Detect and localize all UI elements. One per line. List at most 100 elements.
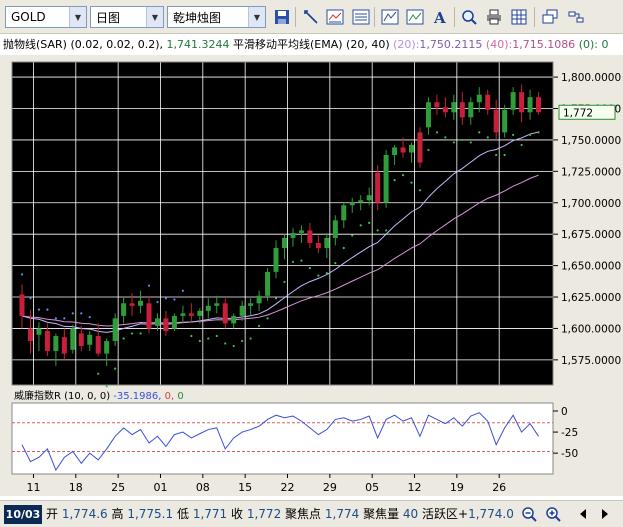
sar-dot [444, 136, 447, 139]
sar-dot [486, 136, 489, 139]
text-icon[interactable]: A [430, 7, 450, 27]
symbol-select[interactable]: GOLD ▼ [5, 6, 87, 28]
indicator-summary-line: 抛物线(SAR) (0.02, 0.02, 0.2), 1,741.3244 平… [3, 38, 609, 51]
save-icon[interactable] [272, 7, 292, 27]
price-tick-label: 1,650.0000 [561, 261, 621, 273]
sar-dot [274, 297, 278, 300]
sar-dot [173, 298, 176, 301]
sar-dot [207, 337, 210, 340]
candle-body [129, 303, 135, 306]
sar-dot [283, 280, 286, 284]
zoom-icon[interactable] [459, 7, 479, 27]
sar-dot [105, 385, 108, 388]
status-bar: 10/03 开 1,774.6 高 1,775.1 低 1,771 收 1,77… [0, 500, 623, 527]
candle-body [468, 102, 474, 118]
ema-params: (20, 40) [346, 38, 390, 51]
sar-dot [368, 221, 371, 224]
scroll-right-icon[interactable] [595, 504, 615, 524]
sar-dot [317, 274, 320, 277]
candle-body [146, 303, 152, 329]
low-value: 1,771 [192, 507, 228, 521]
period-value: 日图 [96, 10, 121, 25]
chart-style-select[interactable]: 乾坤烛图 ▼ [167, 6, 266, 28]
chart-panel[interactable]: 1,800.00001,775.00001,750.00001,725.0000… [0, 55, 623, 496]
candle-body [434, 102, 440, 108]
chart-type-icon[interactable] [325, 7, 345, 27]
data-window-icon[interactable] [351, 7, 371, 27]
sar-dot [241, 339, 244, 343]
scroll-left-icon[interactable] [573, 504, 593, 524]
sar-dot [181, 289, 184, 292]
williams-tick-label: -50 [561, 448, 578, 460]
chevron-down-icon[interactable]: ▼ [146, 7, 163, 27]
high-value: 1,775.1 [127, 507, 174, 521]
sar-dot [54, 317, 57, 320]
candle-body [36, 328, 42, 335]
ema20-label: (20): [393, 38, 420, 51]
sar-dot [88, 316, 91, 319]
link-icon[interactable] [566, 7, 586, 27]
sar-dot [308, 267, 312, 270]
ema40-label: (40): [485, 38, 513, 51]
sar-dot [291, 260, 295, 263]
sar-dot [461, 138, 464, 142]
candle-body [375, 172, 381, 203]
candle-body [231, 315, 237, 324]
sar-dot [80, 312, 83, 315]
svg-text:A: A [433, 9, 446, 25]
x-tick-label: 15 [238, 481, 252, 494]
candle-body [121, 303, 127, 316]
x-tick-label: 19 [450, 481, 464, 494]
sar-dot [342, 246, 345, 250]
sar-dot [46, 308, 49, 311]
candle-body [222, 303, 228, 324]
indicator-icon[interactable] [380, 7, 400, 27]
price-chart[interactable]: 1,800.00001,775.00001,750.00001,725.0000… [0, 55, 623, 496]
candle-body [502, 109, 508, 133]
line-tool-icon[interactable] [301, 7, 321, 27]
candle-body [290, 232, 296, 238]
focus-value: 1,774 [324, 507, 360, 521]
new-window-icon[interactable] [540, 7, 560, 27]
sar-dot [300, 259, 303, 262]
candle-body [536, 97, 542, 113]
candle-body [180, 313, 186, 316]
grid-icon[interactable] [509, 7, 529, 27]
sar-dot [537, 131, 540, 134]
x-tick-label: 22 [281, 481, 295, 494]
close-label: 收 [231, 507, 244, 521]
sar-dot [334, 261, 337, 265]
chevron-down-icon[interactable]: ▼ [69, 7, 86, 27]
candle-body [400, 147, 406, 153]
sar-dot [418, 189, 422, 192]
candle-body [392, 147, 398, 156]
sar-dot [156, 300, 159, 304]
sar-dot [224, 342, 227, 345]
candle-body [341, 205, 347, 221]
candle-body [510, 92, 516, 110]
sar-dot [20, 273, 24, 276]
print-icon[interactable] [484, 7, 504, 27]
chevron-down-icon[interactable]: ▼ [248, 7, 265, 27]
sar-dot [478, 131, 481, 134]
price-tick-label: 1,575.0000 [561, 355, 621, 367]
indicator-edit-icon[interactable] [405, 7, 425, 27]
x-tick-label: 05 [365, 481, 379, 494]
zoom-out-icon[interactable] [519, 504, 539, 524]
x-tick-label: 11 [26, 481, 40, 494]
period-select[interactable]: 日图 ▼ [90, 6, 164, 28]
price-tick-label: 1,700.0000 [561, 198, 621, 210]
candle-body [205, 305, 211, 311]
candle-body [349, 202, 355, 206]
zoom-in-icon[interactable] [543, 504, 563, 524]
sar-dot [520, 143, 523, 147]
candle-body [519, 92, 525, 113]
candle-body [104, 341, 110, 354]
candle-body [248, 303, 254, 306]
sar-dot [37, 308, 41, 311]
sub-plot-background [12, 403, 553, 474]
candle-body [366, 195, 372, 201]
candle-body [417, 132, 423, 163]
sar-dot [410, 181, 413, 184]
sar-dot [190, 334, 193, 338]
